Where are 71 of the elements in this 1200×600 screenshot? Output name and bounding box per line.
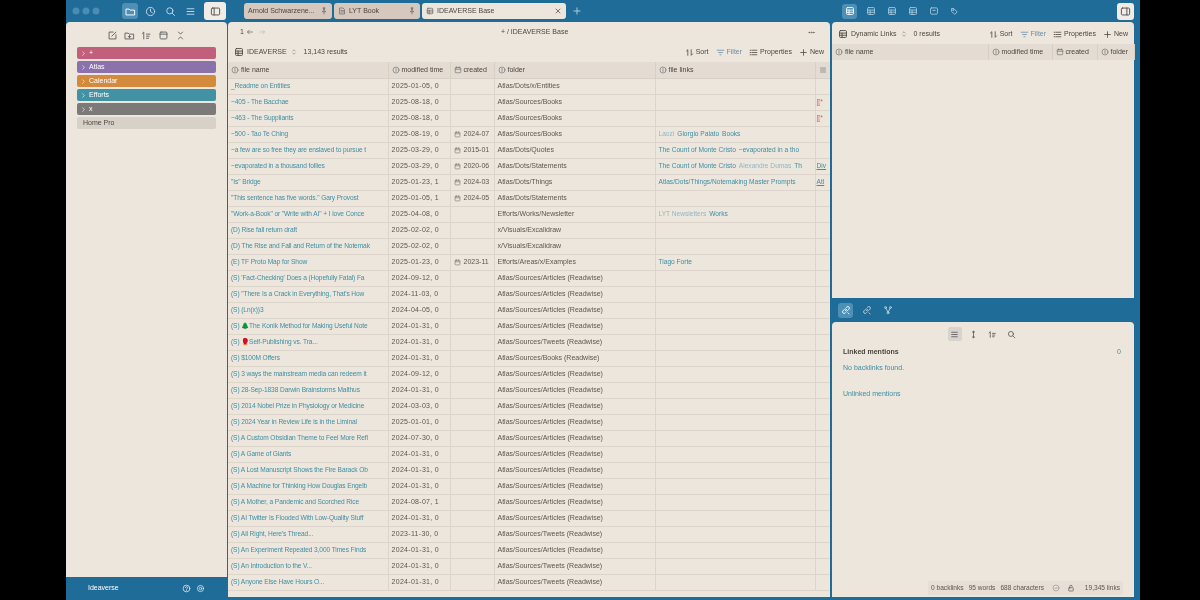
expand-icon [969, 329, 978, 339]
updown-icon [289, 48, 298, 56]
info-icon [658, 65, 667, 74]
settings-icon[interactable] [196, 584, 205, 593]
archive-icon [928, 6, 939, 16]
sort-icon [988, 329, 997, 339]
sort-icon[interactable] [141, 29, 152, 41]
table-icon [838, 29, 848, 39]
page-icon [338, 7, 346, 15]
pin-icon[interactable] [320, 7, 328, 15]
sidebar-icon [209, 5, 221, 17]
calendar-icon [453, 162, 461, 170]
info-icon [835, 48, 843, 56]
sidebar-icon [1120, 5, 1131, 17]
sidebar-toggle-button[interactable] [204, 2, 226, 20]
search-icon [1007, 329, 1016, 339]
sync-icon[interactable] [1052, 584, 1060, 592]
close-icon[interactable] [554, 7, 562, 15]
properties-icon [749, 47, 759, 57]
table-icon [907, 6, 918, 16]
sort-icon [684, 47, 694, 57]
filter-icon [1019, 29, 1029, 39]
calendar-icon [1055, 48, 1064, 56]
table-icon [234, 47, 244, 57]
list-icon [818, 65, 827, 74]
new-tab-button[interactable] [572, 6, 582, 16]
info-icon [497, 65, 506, 74]
info-icon [991, 48, 1000, 56]
plus-icon [572, 6, 582, 16]
plus-icon [799, 47, 808, 57]
calendar-icon [453, 178, 461, 186]
info-icon [1100, 48, 1109, 56]
table-icon [426, 7, 434, 15]
sidebar-toggle-button[interactable] [1117, 2, 1134, 20]
folder-icon [124, 5, 136, 17]
link-icon [840, 305, 851, 315]
calendar-icon [453, 130, 461, 138]
table-icon [865, 6, 876, 16]
tool-button[interactable] [947, 327, 962, 341]
properties-icon [1053, 29, 1063, 39]
lock-icon[interactable] [1067, 584, 1075, 592]
calendar-icon [453, 65, 462, 74]
list-icon [184, 5, 196, 17]
collapse-icon[interactable] [175, 29, 186, 41]
info-icon [231, 65, 239, 74]
clock-icon [144, 5, 156, 17]
folder-button[interactable] [122, 3, 138, 19]
new-folder-icon[interactable] [124, 29, 135, 41]
list-icon [950, 329, 959, 339]
table-icon [886, 6, 897, 16]
view-button[interactable] [842, 3, 857, 19]
panel-tab[interactable] [838, 302, 853, 318]
sort-icon [988, 29, 998, 39]
calendar-icon [453, 194, 461, 202]
filter-icon [715, 47, 725, 57]
window-controls[interactable] [72, 7, 100, 15]
plus-icon [1103, 29, 1112, 39]
help-icon[interactable] [182, 584, 191, 593]
calendar-icon [453, 146, 461, 154]
graph-icon [882, 305, 893, 315]
tag-icon [949, 6, 960, 16]
table-icon [844, 6, 855, 16]
pin-icon[interactable] [408, 7, 416, 15]
new-note-icon[interactable] [107, 29, 118, 41]
updown-icon [899, 30, 908, 38]
back-icon[interactable] [245, 28, 254, 36]
link-icon [861, 305, 872, 315]
search-icon [164, 5, 176, 17]
info-icon [391, 65, 400, 74]
calendar-icon [453, 258, 461, 266]
window-icon[interactable] [158, 29, 169, 41]
